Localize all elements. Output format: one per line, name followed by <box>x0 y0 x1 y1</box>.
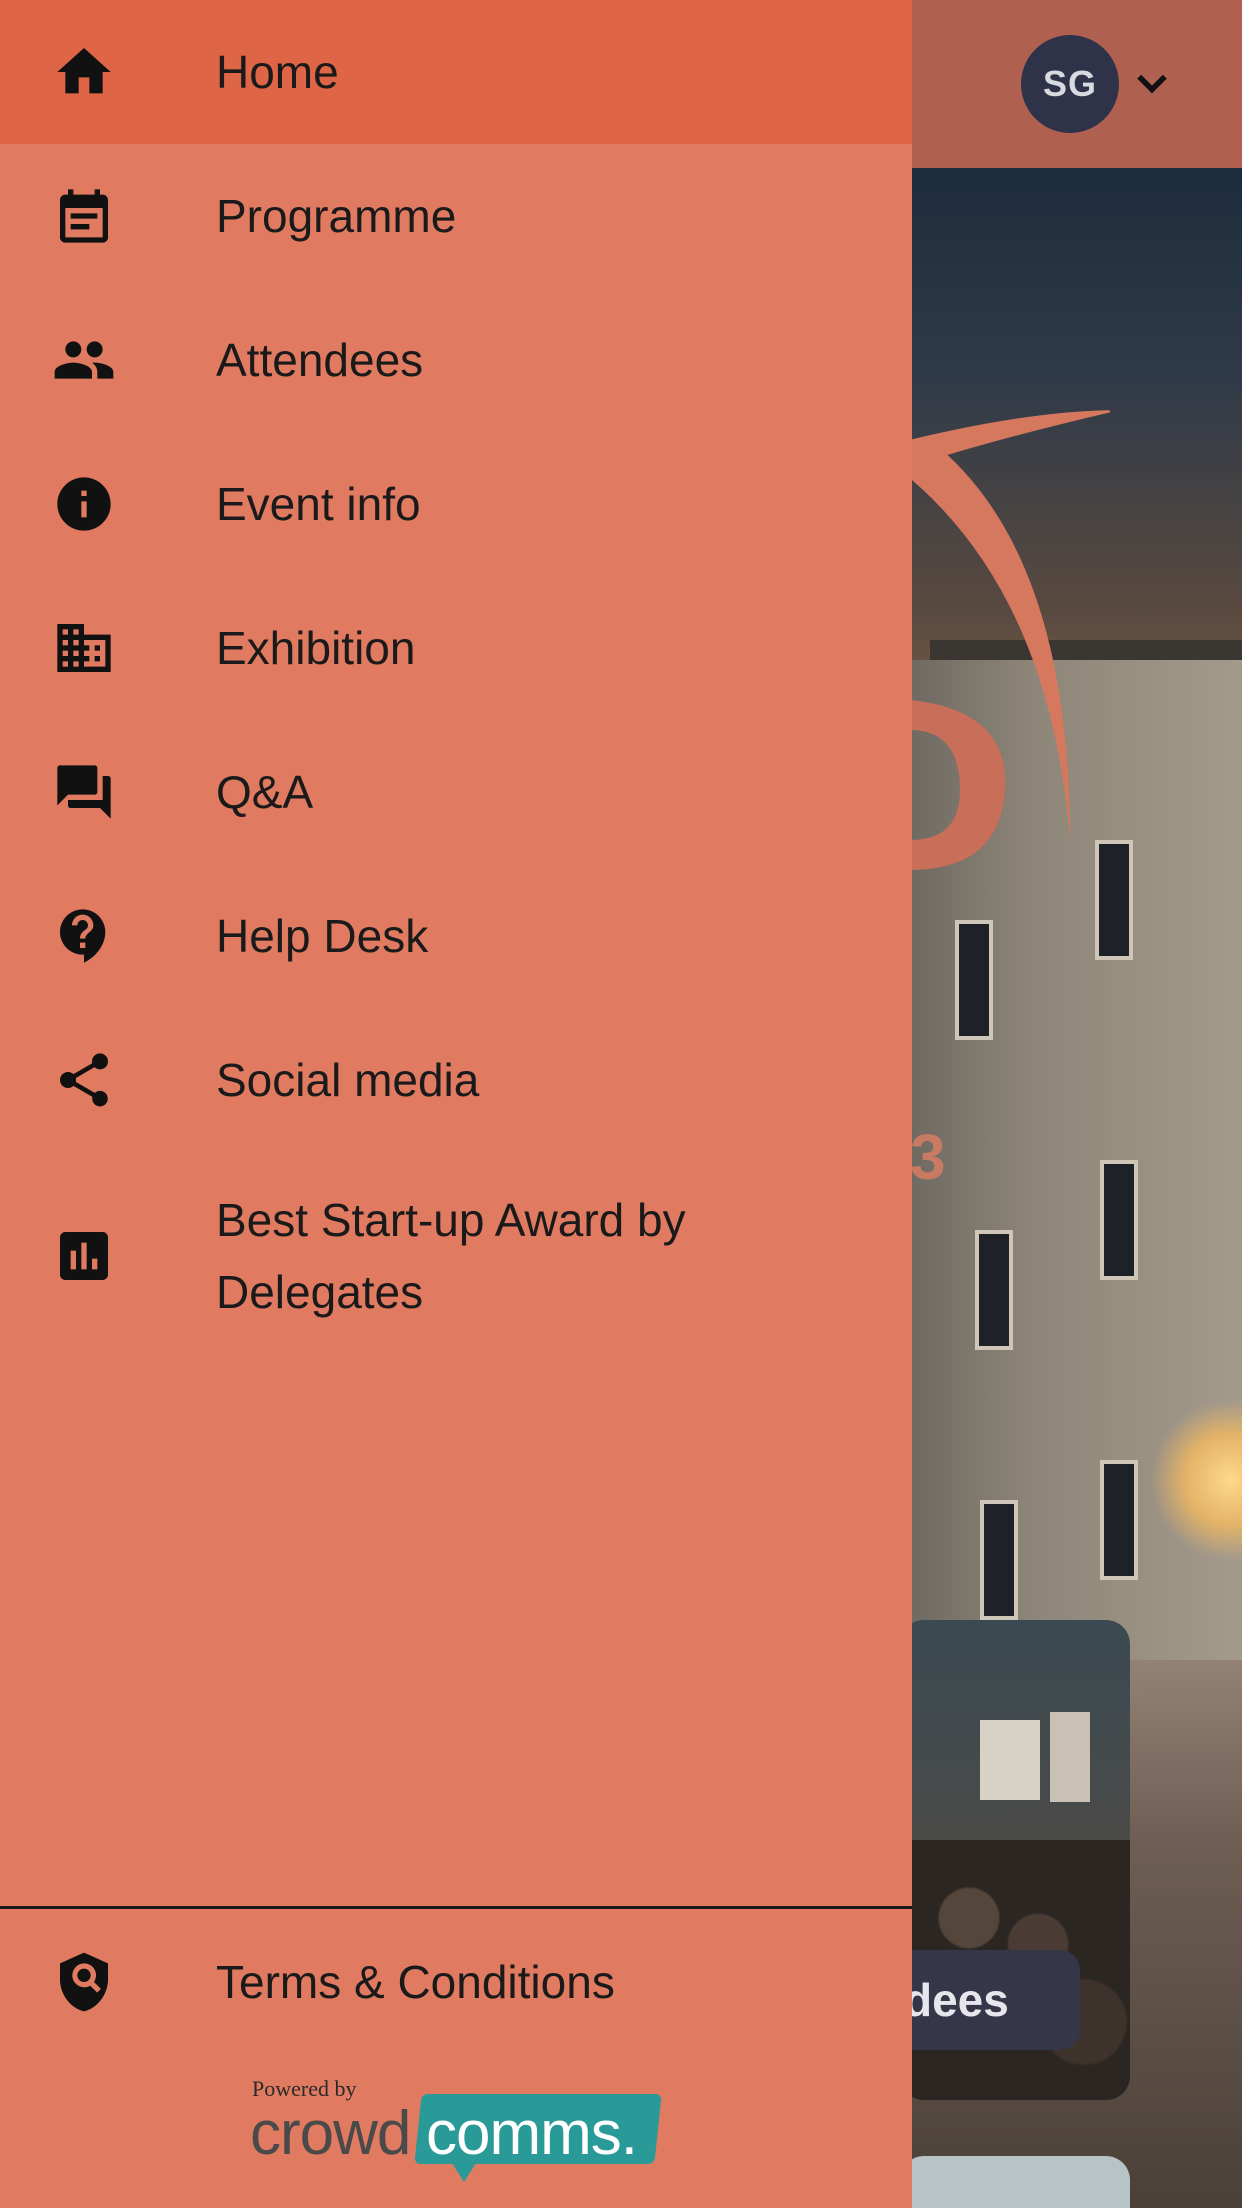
nav-item-event-info[interactable]: Event info <box>0 432 912 576</box>
navigation-drawer: Home Programme Attendees Event info Exhi… <box>0 0 912 2208</box>
brand-text-comms: comms. <box>426 2099 638 2168</box>
poll-icon <box>50 1222 118 1290</box>
forum-icon <box>50 758 118 826</box>
calendar-icon <box>50 182 118 250</box>
nav-item-label: Help Desk <box>216 910 429 962</box>
powered-by-crowdcomms-logo[interactable]: Powered by crowd comms. <box>250 2076 670 2186</box>
drawer-divider <box>0 1906 912 1909</box>
nav-item-social-media[interactable]: Social media <box>0 1008 912 1152</box>
nav-item-qa[interactable]: Q&A <box>0 720 912 864</box>
nav-item-label: Event info <box>216 478 421 530</box>
nav-item-label: Exhibition <box>216 622 416 674</box>
people-icon <box>50 326 118 394</box>
nav-item-help-desk[interactable]: Help Desk <box>0 864 912 1008</box>
nav-item-label: Terms & Conditions <box>216 1956 615 2008</box>
brand-text-crowd: crowd <box>250 2099 411 2168</box>
nav-item-label: Social media <box>216 1054 480 1106</box>
nav-item-label: Programme <box>216 190 457 242</box>
building-icon <box>50 614 118 682</box>
nav-item-home[interactable]: Home <box>0 0 912 144</box>
shield-search-icon <box>50 1948 118 2016</box>
share-icon <box>50 1046 118 1114</box>
nav-item-label: Attendees <box>216 334 424 386</box>
home-icon <box>50 38 118 106</box>
help-icon <box>50 902 118 970</box>
nav-item-best-startup-award[interactable]: Best Start-up Award by Delegates <box>0 1152 912 1360</box>
nav-item-exhibition[interactable]: Exhibition <box>0 576 912 720</box>
nav-item-terms-conditions[interactable]: Terms & Conditions <box>0 1910 912 2054</box>
info-icon <box>50 470 118 538</box>
nav-item-label: Best Start-up Award by Delegates <box>216 1194 686 1318</box>
nav-item-label: Q&A <box>216 766 314 818</box>
nav-item-attendees[interactable]: Attendees <box>0 288 912 432</box>
nav-item-programme[interactable]: Programme <box>0 144 912 288</box>
nav-item-label: Home <box>216 46 339 98</box>
